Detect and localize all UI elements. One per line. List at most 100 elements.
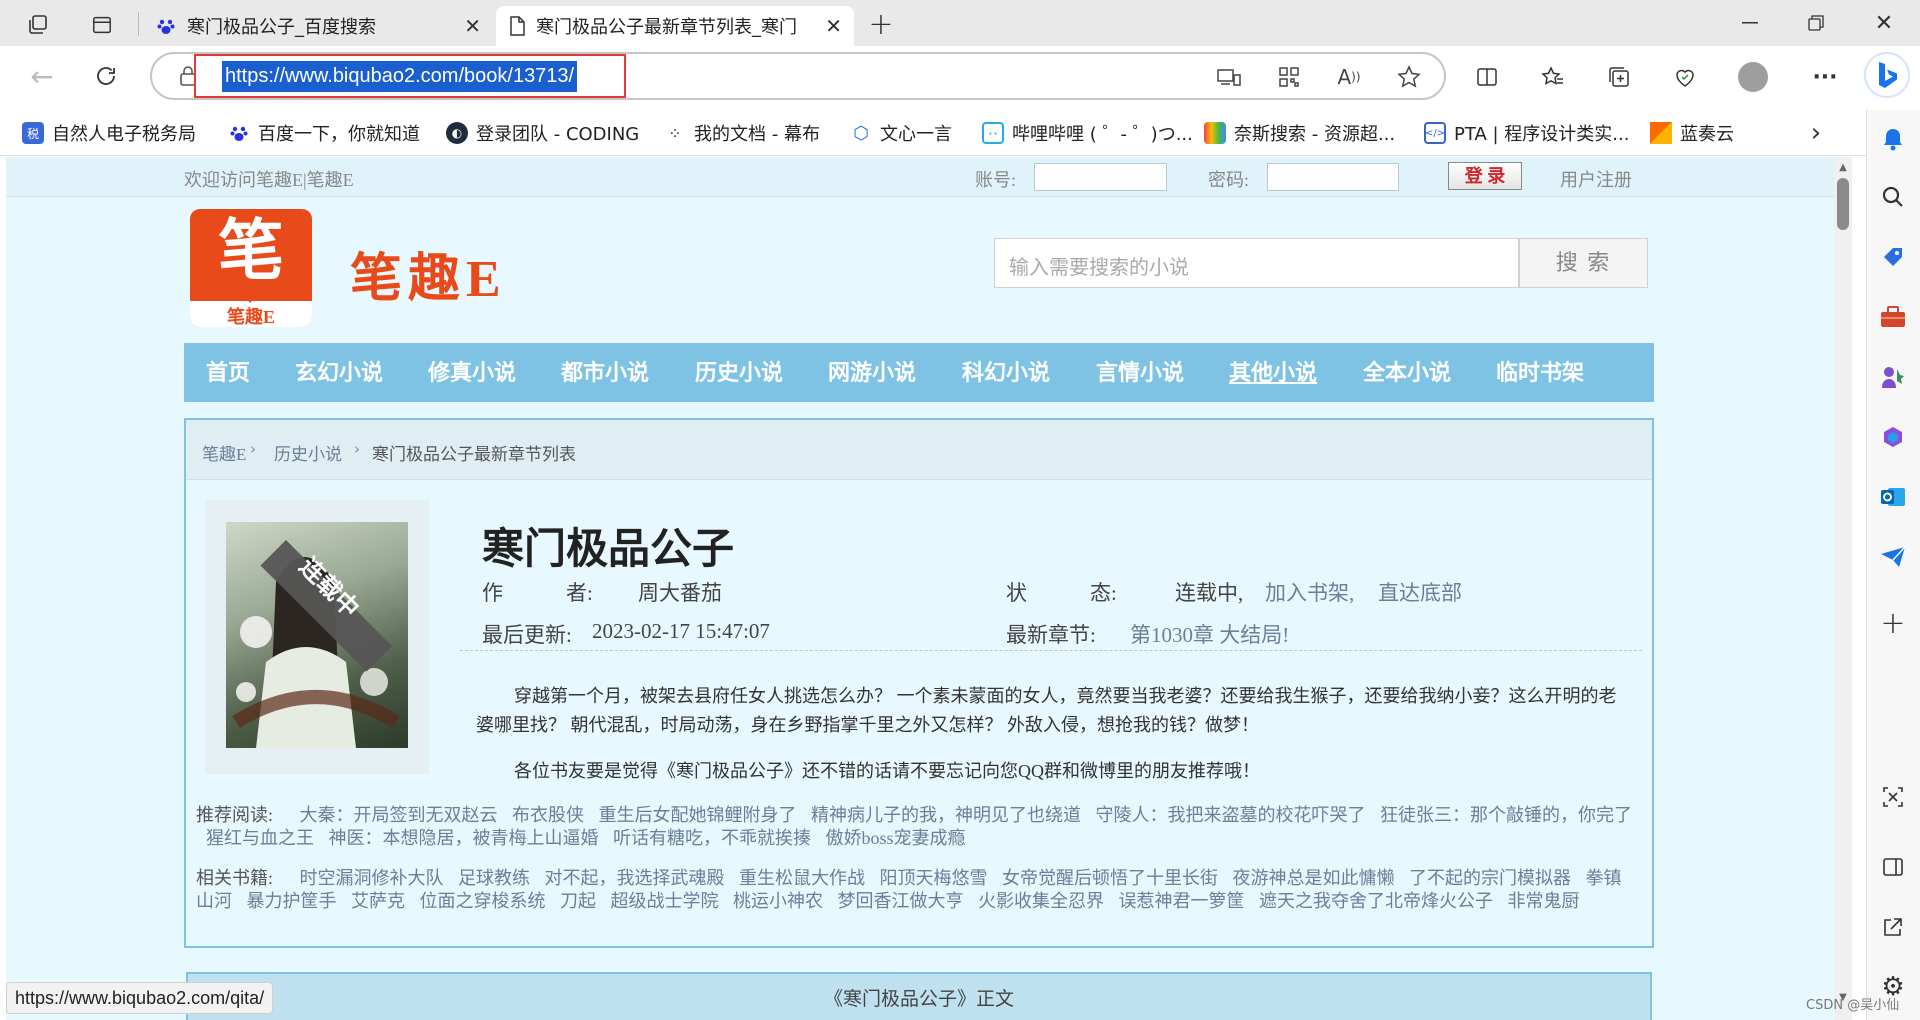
bookmark-tax[interactable]: 税自然人电子税务局 [22,113,196,153]
refresh-icon[interactable] [90,60,122,92]
bookmark-mubu[interactable]: ⁘ 我的文档 - 幕布 [664,113,820,153]
site-logo[interactable]: 笔 笔趣E [190,209,312,327]
bookmark-wenxin[interactable]: ⬡ 文心一言 [850,113,952,153]
search-button[interactable]: 搜 索 [1519,238,1648,288]
url-text[interactable]: https://www.biqubao2.com/book/13713/ [222,61,578,92]
related-link[interactable]: 对不起，我选择武魂殿 [545,868,725,888]
nav-dushi[interactable]: 都市小说 [561,343,649,402]
related-link[interactable]: 女帝觉醒后顿悟了十里长街 [1002,868,1218,888]
related-link[interactable]: 梦回香江做大亨 [838,891,964,911]
games-icon[interactable] [1874,360,1912,394]
favorite-star-icon[interactable] [1394,62,1424,92]
search-input[interactable]: 输入需要搜索的小说 [994,238,1519,288]
microsoft-365-icon[interactable] [1874,420,1912,454]
bookmark-baidu[interactable]: 百度一下，你就知道 [228,113,420,153]
bookmark-coding[interactable]: ◐ 登录团队 - CODING [446,113,639,153]
password-input[interactable] [1267,163,1399,191]
nav-lishi[interactable]: 历史小说 [695,343,783,402]
chevron-right-icon[interactable]: › [1804,116,1828,150]
search-icon[interactable] [1874,180,1912,214]
bookmark-bilibili[interactable]: ·· 哔哩哔哩 ( ゜- ゜)つ... [982,113,1193,153]
outlook-icon[interactable] [1874,480,1912,514]
related-link[interactable]: 非常鬼厨 [1508,891,1580,911]
send-plane-icon[interactable] [1874,540,1912,574]
nav-kehuan[interactable]: 科幻小说 [962,343,1050,402]
related-link[interactable]: 足球教练 [458,868,530,888]
read-aloud-icon[interactable]: A)) [1334,62,1364,92]
breadcrumb-home[interactable]: 笔趣E [202,440,246,465]
related-link[interactable]: 时空漏洞修补大队 [300,868,444,888]
related-link[interactable]: 艾萨克 [351,891,405,911]
nav-wangyou[interactable]: 网游小说 [828,343,916,402]
latest-chapter-link[interactable]: 第1030章 大结局! [1130,619,1289,649]
recommend-link[interactable]: 听话有糖吃，不乖就挨揍 [613,828,811,848]
recommend-link[interactable]: 重生后女配她锦鲤附身了 [599,805,797,825]
add-to-shelf-link[interactable]: 加入书架, [1265,577,1354,607]
sidebar-toggle-icon[interactable] [1874,850,1912,884]
more-menu-icon[interactable]: ··· [1810,62,1840,92]
add-sidebar-app-icon[interactable]: + [1874,606,1912,641]
related-link[interactable]: 了不起的宗门模拟器 [1409,868,1571,888]
related-link[interactable]: 阳顶天梅悠雪 [880,868,988,888]
breadcrumb-category[interactable]: 历史小说 [274,440,342,465]
related-link[interactable]: 夜游神总是如此慵懒 [1233,868,1395,888]
notification-bell-icon[interactable] [1874,122,1912,156]
split-screen-icon[interactable] [1472,62,1502,92]
vertical-scrollbar[interactable] [1834,157,1852,1020]
close-tab-icon[interactable]: ✕ [825,14,842,38]
screenshot-icon[interactable] [1874,780,1912,814]
recommend-link[interactable]: 守陵人：我把来盗墓的校花吓哭了 [1096,805,1366,825]
back-icon[interactable]: ← [26,60,58,93]
tab-actions-icon[interactable] [86,10,118,40]
nav-xuanhuan[interactable]: 玄幻小说 [295,343,383,402]
account-input[interactable] [1034,163,1167,191]
close-tab-icon[interactable]: ✕ [464,14,481,38]
related-link[interactable]: 重生松鼠大作战 [739,868,865,888]
nav-quanben[interactable]: 全本小说 [1363,343,1451,402]
recommend-link[interactable]: 狂徒张三：那个敲锤的，你完了 [1380,805,1632,825]
bing-copilot-icon[interactable] [1864,52,1910,98]
related-link[interactable]: 刀起 [560,891,596,911]
bookmark-lanzou[interactable]: 蓝奏云 [1650,113,1734,153]
workspaces-icon[interactable] [22,10,54,40]
register-link[interactable]: 用户注册 [1560,166,1632,192]
related-link[interactable]: 遮天之我夺舍了北帝烽火公子 [1259,891,1493,911]
scrollbar-thumb[interactable] [1837,178,1849,230]
jump-bottom-link[interactable]: 直达底部 [1378,577,1462,607]
scroll-up-icon[interactable]: ▲ [1836,160,1850,174]
new-tab-icon[interactable]: + [864,7,898,42]
nav-bookshelf[interactable]: 临时书架 [1496,343,1584,402]
nav-qita[interactable]: 其他小说 [1229,343,1317,402]
recommend-link[interactable]: 精神病儿子的我，神明见了也绕道 [811,805,1081,825]
related-link[interactable]: 暴力护筐手 [247,891,337,911]
tab-biqubao[interactable]: 寒门极品公子最新章节列表_寒门 ✕ [496,6,854,46]
app-available-icon[interactable] [1214,62,1244,92]
favorites-icon[interactable] [1538,62,1568,92]
login-button[interactable]: 登 录 [1448,162,1522,190]
recommend-link[interactable]: 猩红与血之王 [206,828,314,848]
recommend-link[interactable]: 布衣股侠 [512,805,584,825]
minimize-icon[interactable] [1730,8,1770,38]
bookmark-pta[interactable]: </> PTA | 程序设计类实... [1424,113,1629,153]
related-link[interactable]: 误惹神君一箩筐 [1119,891,1245,911]
tab-baidu[interactable]: 寒门极品公子_百度搜索 ✕ [143,6,493,46]
related-link[interactable]: 火影收集全忍界 [978,891,1104,911]
related-link[interactable]: 位面之穿梭系统 [420,891,546,911]
recommend-link[interactable]: 神医：本想隐居，被青梅上山逼婚 [329,828,599,848]
qr-code-icon[interactable] [1274,62,1304,92]
profile-avatar[interactable] [1738,62,1768,92]
close-window-icon[interactable]: ✕ [1864,8,1904,38]
recommend-link[interactable]: 大秦：开局签到无双赵云 [300,805,498,825]
collections-icon[interactable] [1604,62,1634,92]
recommend-link[interactable]: 傲娇boss宠妻成瘾 [826,828,966,848]
restore-icon[interactable] [1796,8,1836,38]
shopping-tag-icon[interactable] [1874,240,1912,274]
open-external-icon[interactable] [1874,910,1912,944]
nav-yanqing[interactable]: 言情小说 [1096,343,1184,402]
browser-essentials-icon[interactable] [1670,62,1700,92]
nav-xiuzhen[interactable]: 修真小说 [428,343,516,402]
bookmark-nice-search[interactable]: 奈斯搜索 - 资源超... [1204,113,1395,153]
nav-home[interactable]: 首页 [206,343,250,402]
tools-briefcase-icon[interactable] [1874,300,1912,334]
related-link[interactable]: 超级战士学院 [611,891,719,911]
